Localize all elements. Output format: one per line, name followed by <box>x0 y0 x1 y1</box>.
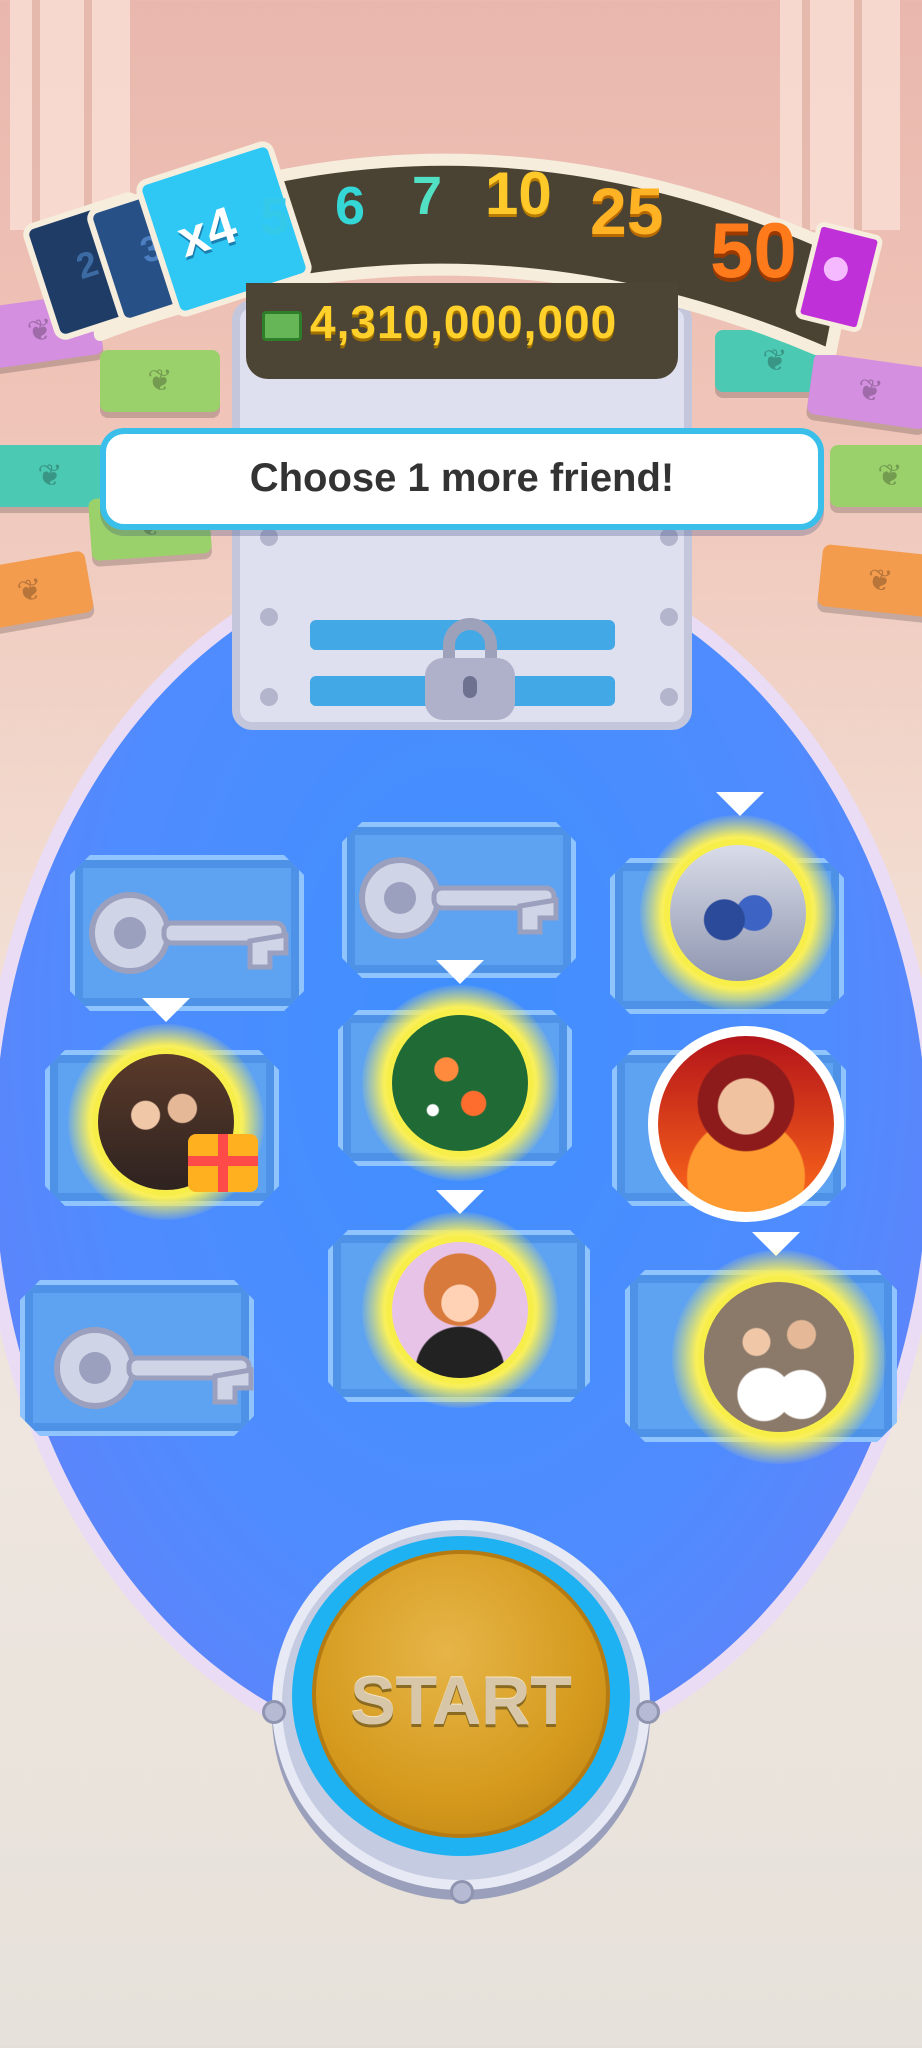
friend-photo <box>386 1236 534 1384</box>
start-button-label: START <box>350 1663 572 1739</box>
bolt-icon <box>262 1700 286 1724</box>
friend-photo <box>698 1276 860 1438</box>
friend-avatar-selected[interactable] <box>672 1250 886 1464</box>
friend-photo <box>664 839 812 987</box>
friend-avatar[interactable] <box>648 1026 844 1222</box>
key-icon <box>89 892 289 974</box>
instruction-text: Choose 1 more friend! <box>249 456 675 500</box>
instruction-banner: Choose 1 more friend! <box>100 428 824 530</box>
gift-icon <box>188 1134 258 1192</box>
friend-photo <box>658 1036 834 1212</box>
multiplier-25: 25 <box>590 174 664 248</box>
selection-pointer-icon <box>436 960 484 984</box>
money-icon <box>262 311 302 341</box>
selection-pointer-icon <box>716 792 764 816</box>
padlock-icon <box>425 618 515 720</box>
current-multiplier: x4 <box>170 195 244 269</box>
selection-pointer-icon <box>436 1190 484 1214</box>
cash-stack-icon <box>830 445 922 507</box>
multiplier-6: 6 <box>335 176 366 236</box>
start-button[interactable]: START <box>312 1550 610 1838</box>
selection-pointer-icon <box>142 998 190 1022</box>
key-icon <box>359 857 559 939</box>
multiplier-7: 7 <box>412 166 443 226</box>
cash-stack-icon <box>0 445 110 507</box>
cash-stack-icon <box>0 550 95 632</box>
cash-stack-icon <box>817 543 922 619</box>
friend-photo <box>386 1009 534 1157</box>
friend-avatar-selected[interactable] <box>362 1212 558 1408</box>
key-icon <box>54 1327 254 1409</box>
bolt-icon <box>636 1700 660 1724</box>
friend-avatar-selected[interactable] <box>640 815 836 1011</box>
friend-avatar-selected[interactable] <box>68 1024 264 1220</box>
multiplier-5: 5 <box>260 188 289 246</box>
balance-amount: 4,310,000,000 <box>310 296 618 348</box>
multiplier-50: 50 <box>710 206 797 294</box>
bolt-icon <box>450 1880 474 1904</box>
cash-balance: 4,310,000,000 <box>246 283 678 379</box>
multiplier-10: 10 <box>485 160 552 227</box>
friend-avatar-selected[interactable] <box>362 985 558 1181</box>
